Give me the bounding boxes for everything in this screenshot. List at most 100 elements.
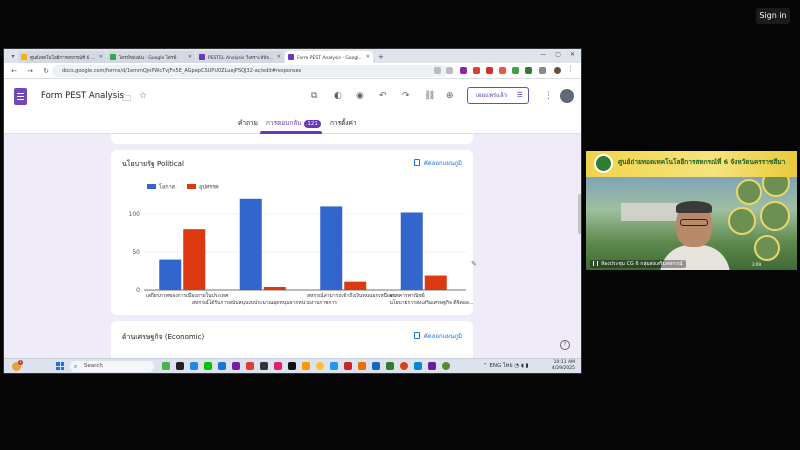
taskbar-app-icon[interactable] — [176, 362, 184, 370]
address-bar[interactable]: docs.google.com/forms/d/1emmQjnPWcTvjFn5… — [52, 65, 448, 77]
bar-opportunity — [239, 198, 262, 290]
profile-avatar-icon[interactable] — [554, 67, 561, 74]
scrollbar[interactable] — [578, 194, 581, 234]
browser-tab[interactable]: ไดรฟ์ของฉัน - Google ไดรฟ์ ✕ — [107, 51, 195, 63]
brave-icon[interactable] — [358, 362, 366, 370]
copy-chart-button[interactable]: คัดลอกแผนภูมิ — [413, 331, 462, 341]
avatar[interactable] — [560, 89, 574, 103]
browser-tab-active[interactable]: Form PEST Analysis - Google ฟอร์ม ✕ — [285, 51, 373, 63]
background-photo — [736, 179, 762, 205]
form-tabs: คำถาม การตอบกลับ 121 การตั้งค่า — [4, 114, 581, 134]
extension-icon[interactable] — [460, 67, 467, 74]
political-card: นโยบายรัฐ Political คัดลอกแผนภูมิ 0 50 100… — [111, 150, 475, 315]
bar-opportunity — [400, 212, 423, 290]
taskbar-app-icon[interactable] — [246, 362, 254, 370]
audio-level-icon — [593, 261, 598, 266]
more-options-icon[interactable]: ⋮ — [544, 91, 553, 101]
close-tab-icon[interactable]: ✕ — [99, 54, 103, 60]
system-tray[interactable]: ⌃ ENG ไทย ◔ ◖ ▮ — [483, 362, 529, 370]
preview-eye-icon[interactable]: ◉ — [356, 91, 364, 101]
tab-settings[interactable]: การตั้งค่า — [330, 118, 356, 128]
extension-icon[interactable] — [499, 67, 506, 74]
bar-threat — [183, 229, 206, 290]
taskbar-app-icon[interactable] — [414, 362, 422, 370]
video-timestamp: 3:09 — [752, 262, 761, 267]
close-tab-icon[interactable]: ✕ — [366, 54, 370, 60]
browser-tab[interactable]: ศูนย์เทคโนโลยีการสหกรณ์ที่ 6 จังหวัดนครร… — [18, 51, 106, 63]
bar-opportunity — [320, 206, 343, 290]
political-bar-chart: 0 50 100 โอกาส อุปสรรคเสถียรภาพของการเมืองภา… — [129, 183, 475, 307]
tab-menu-icon[interactable]: ▾ — [8, 51, 18, 63]
bookmark-star-icon[interactable] — [446, 67, 453, 74]
redo-icon[interactable]: ↷ — [402, 91, 410, 101]
zoom-icon[interactable] — [434, 67, 441, 74]
close-tab-icon[interactable]: ✕ — [188, 54, 192, 60]
close-window-icon[interactable]: ✕ — [570, 51, 575, 58]
palette-icon[interactable]: ◐ — [334, 91, 342, 101]
forward-icon[interactable]: → — [26, 67, 34, 75]
clock[interactable]: 10:11 AM 4/29/2025 — [552, 360, 575, 372]
taskbar-search[interactable]: ⌕ Search — [70, 361, 154, 372]
tab-responses[interactable]: การตอบกลับ 121 — [266, 118, 321, 128]
undo-icon[interactable]: ↶ — [379, 91, 387, 101]
participant-name: ห้องประชุม CG 6 กลุ่มส่งเสริมสหกรณ์ — [601, 261, 683, 267]
reload-icon[interactable]: ↻ — [42, 67, 50, 75]
taskbar-app-icon[interactable] — [162, 362, 170, 370]
tiktok-app-icon[interactable] — [288, 362, 296, 370]
participant-video-tile[interactable]: ศูนย์ถ่ายทอดเทคโนโลยีการสหกรณ์ที่ 6 จังห… — [586, 151, 797, 270]
taskbar-app-icon[interactable] — [232, 362, 240, 370]
form-title[interactable]: Form PEST Analysis — [41, 91, 124, 101]
x-tick-label: นโยบายการส่งเสริมเศรษฐกิจ ดิจิตอล... — [390, 299, 475, 306]
windows-start-icon[interactable] — [56, 362, 64, 370]
extension-icon[interactable] — [473, 67, 480, 74]
published-button[interactable]: เผยแพร่แล้ว ☰ — [467, 87, 529, 104]
extension-icon[interactable] — [486, 67, 493, 74]
taskbar-app-icon[interactable] — [302, 362, 310, 370]
presenter-hair — [676, 201, 712, 213]
help-icon[interactable]: ? — [560, 340, 570, 350]
taskbar-app-icon[interactable] — [400, 362, 408, 370]
taskbar-app-icon[interactable] — [442, 362, 450, 370]
taskbar-app-icon[interactable] — [190, 362, 198, 370]
sign-in-button[interactable]: Sign in — [756, 8, 790, 24]
more-menu-icon[interactable]: ⋮ — [567, 65, 574, 73]
clock-date: 4/29/2025 — [551, 366, 575, 371]
addon-puzzle-icon[interactable]: ⧉ — [311, 91, 317, 101]
taskbar-app-icon[interactable] — [330, 362, 338, 370]
edit-pencil-icon[interactable]: ✎ — [471, 260, 477, 268]
google-forms-logo-icon[interactable] — [14, 88, 27, 105]
add-collaborator-icon[interactable]: ⊕ — [446, 91, 454, 101]
back-icon[interactable]: ← — [10, 67, 18, 75]
taskbar-app-icon[interactable] — [260, 362, 268, 370]
close-tab-icon[interactable]: ✕ — [277, 54, 281, 60]
browser-toolbar: ← → ↻ docs.google.com/forms/d/1emmQjnPWc… — [4, 63, 581, 79]
link-icon[interactable]: ⛓ — [424, 91, 435, 101]
tab-label: PESTEL Analysis วิเคราะห์ปัจจัยภายนอก — [208, 55, 275, 61]
responses-content: นโยบายรัฐ Political คัดลอกแผนภูมิ 0 50 100… — [4, 134, 581, 366]
copy-chart-button[interactable]: คัดลอกแผนภูมิ — [413, 158, 462, 168]
minimize-icon[interactable]: — — [540, 51, 546, 58]
tab-favicon-icon — [21, 54, 27, 60]
response-count-badge: 121 — [304, 120, 321, 128]
maximize-icon[interactable]: ▢ — [555, 51, 561, 58]
tab-favicon-icon — [288, 54, 294, 60]
star-icon[interactable]: ☆ — [139, 91, 147, 101]
browser-tab[interactable]: PESTEL Analysis วิเคราะห์ปัจจัยภายนอก ✕ — [196, 51, 284, 63]
taskbar-app-icon[interactable] — [372, 362, 380, 370]
background-photo — [754, 235, 780, 261]
taskbar-app-icon[interactable] — [344, 362, 352, 370]
extensions-puzzle-icon[interactable] — [539, 67, 546, 74]
chrome-icon[interactable] — [316, 362, 324, 370]
extension-icon[interactable] — [512, 67, 519, 74]
taskbar-app-icon[interactable] — [218, 362, 226, 370]
tab-questions[interactable]: คำถาม — [238, 118, 258, 128]
line-app-icon[interactable] — [204, 362, 212, 370]
folder-icon[interactable]: 🗀 — [122, 91, 131, 107]
extension-icon[interactable] — [525, 67, 532, 74]
taskbar-app-icon[interactable] — [428, 362, 436, 370]
taskbar-app-icon[interactable] — [386, 362, 394, 370]
question-title: นโยบายรัฐ Political — [122, 160, 184, 168]
new-tab-button[interactable]: + — [378, 51, 384, 63]
taskbar-app-icon[interactable] — [274, 362, 282, 370]
background-photo — [760, 201, 790, 231]
